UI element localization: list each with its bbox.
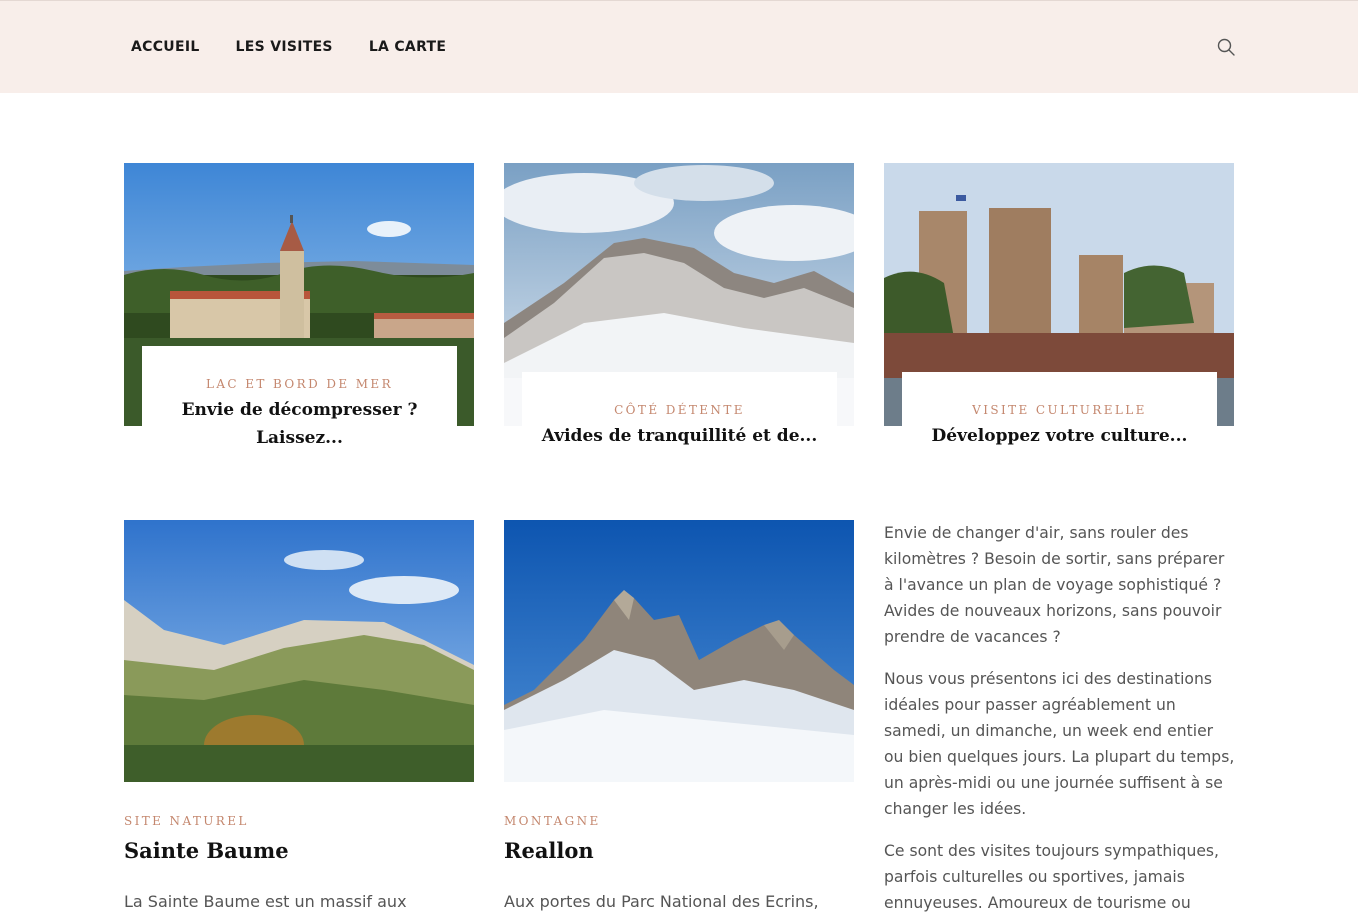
post-title[interactable]: Développez votre culture... xyxy=(902,422,1217,450)
featured-card[interactable]: CÔTÉ DÉTENTE Avides de tranquillité et d… xyxy=(504,163,854,463)
featured-card[interactable]: VISITE CULTURELLE Développez votre cultu… xyxy=(884,163,1234,463)
featured-caption: CÔTÉ DÉTENTE Avides de tranquillité et d… xyxy=(522,372,837,463)
post-category[interactable]: LAC ET BORD DE MER xyxy=(142,376,457,392)
post-image-sainte-baume[interactable] xyxy=(124,520,474,782)
post-image-reallon[interactable] xyxy=(504,520,854,782)
post-excerpt: La Sainte Baume est un massif aux multip… xyxy=(124,892,407,919)
main-nav: ACCUEIL LES VISITES LA CARTE xyxy=(131,38,482,56)
site-header: ACCUEIL LES VISITES LA CARTE xyxy=(0,0,1358,93)
featured-caption: VISITE CULTURELLE Développez votre cultu… xyxy=(902,372,1217,463)
post-card: MONTAGNE Reallon Aux portes du Parc Nati… xyxy=(504,520,854,919)
nav-item-les-visites[interactable]: LES VISITES xyxy=(236,38,333,56)
search-icon[interactable] xyxy=(1216,37,1236,57)
post-meta: SITE NATUREL Sainte Baume La Sainte Baum… xyxy=(124,813,474,919)
post-title[interactable]: Reallon xyxy=(504,837,854,865)
intro-paragraph: Nous vous présentons ici des destination… xyxy=(884,670,1235,818)
featured-caption: LAC ET BORD DE MER Envie de décompresser… xyxy=(142,346,457,463)
post-category[interactable]: VISITE CULTURELLE xyxy=(902,402,1217,418)
intro-text: Envie de changer d'air, sans rouler des … xyxy=(884,520,1236,919)
post-title-continued[interactable]: Laissez... xyxy=(142,424,457,452)
post-category[interactable]: MONTAGNE xyxy=(504,813,854,829)
intro-paragraph: Envie de changer d'air, sans rouler des … xyxy=(884,524,1225,646)
post-title[interactable]: Avides de tranquillité et de... xyxy=(522,422,837,450)
post-category[interactable]: CÔTÉ DÉTENTE xyxy=(522,402,837,418)
nav-item-la-carte[interactable]: LA CARTE xyxy=(369,38,446,56)
post-excerpt: Aux portes du Parc National des Ecrins, xyxy=(504,892,819,911)
post-card: SITE NATUREL Sainte Baume La Sainte Baum… xyxy=(124,520,474,919)
featured-card[interactable]: LAC ET BORD DE MER Envie de décompresser… xyxy=(124,163,474,463)
post-title[interactable]: Envie de décompresser ? xyxy=(142,396,457,424)
nav-item-accueil[interactable]: ACCUEIL xyxy=(131,38,200,56)
post-meta: MONTAGNE Reallon Aux portes du Parc Nati… xyxy=(504,813,854,915)
post-category[interactable]: SITE NATUREL xyxy=(124,813,474,829)
post-title[interactable]: Sainte Baume xyxy=(124,837,474,865)
intro-paragraph: Ce sont des visites toujours sympathique… xyxy=(884,842,1220,912)
